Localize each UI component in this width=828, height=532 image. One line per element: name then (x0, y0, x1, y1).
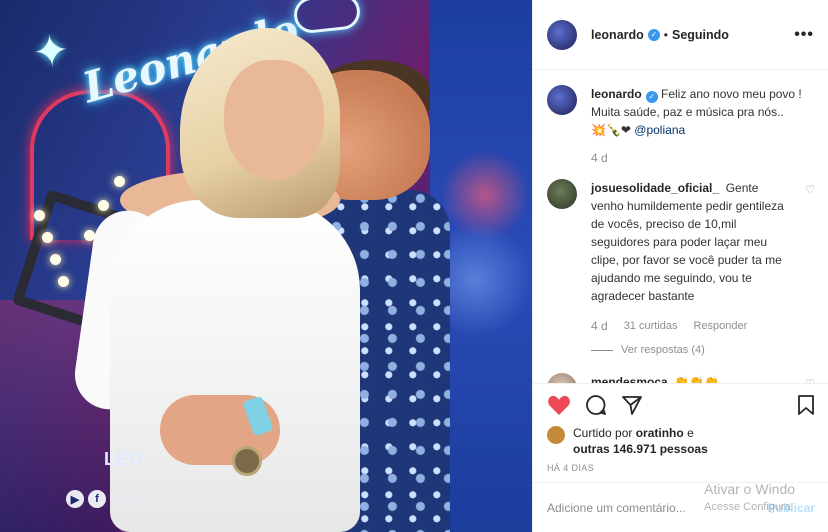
likes-summary[interactable]: Curtido por oratinho e outras 146.971 pe… (547, 425, 817, 457)
comment-body: mendesmoca 👏👏👏 (591, 373, 719, 383)
caption-meta: 4 d (591, 149, 815, 167)
backdrop-text: LEO (104, 449, 145, 469)
post-actions (533, 383, 828, 425)
wristwatch (232, 446, 262, 476)
separator-dot: • (663, 27, 668, 42)
verified-badge-icon: ✓ (647, 28, 660, 41)
comment-like-heart-icon[interactable]: ♡ (805, 179, 815, 196)
woman-dress (110, 200, 360, 532)
likes-text: Curtido por oratinho e outras 146.971 pe… (573, 425, 708, 457)
like-heart-icon[interactable] (547, 394, 571, 416)
watermark-line1: Ativar o Windo (704, 481, 796, 497)
view-replies-label: Ver respostas (4) (621, 344, 705, 356)
header-username[interactable]: leonardo (591, 28, 644, 42)
post-date[interactable]: HÁ 4 DIAS (547, 463, 594, 473)
neon-cloud-icon (292, 0, 362, 35)
comment-bubble-icon[interactable] (585, 394, 607, 416)
avatar[interactable] (547, 373, 577, 383)
bulb (50, 254, 61, 265)
woman-face (224, 60, 324, 180)
share-direct-icon[interactable] (621, 394, 643, 416)
youtube-icon: ▶ (66, 490, 84, 508)
post-side-panel: leonardo ✓ • Seguindo ••• leonardo ✓ Feli… (532, 0, 828, 532)
likes-prefix: Curtido por (573, 426, 633, 440)
avatar[interactable] (547, 179, 577, 209)
comment-like-heart-icon[interactable]: ♡ (805, 373, 815, 383)
comment-item: mendesmoca 👏👏👏 ♡ (547, 373, 815, 383)
mention-link[interactable]: @poliana (634, 123, 685, 137)
comment-item: josuesolidade_oficial_ Gente venho humil… (547, 179, 815, 359)
comments-list[interactable]: leonardo ✓ Feliz ano novo meu povo ! Muit… (533, 71, 828, 383)
view-replies[interactable]: Ver respostas (4) (591, 341, 791, 359)
comment-body: josuesolidade_oficial_ Gente venho humil… (591, 179, 791, 359)
liker-avatar (547, 426, 565, 444)
liker-username[interactable]: oratinho (636, 426, 684, 440)
neon-star-icon: ✦ (30, 25, 72, 79)
post-photo[interactable]: ✦ Leonardo LEO ▶ f @LE (0, 0, 532, 532)
caption-time[interactable]: 4 d (591, 149, 608, 167)
save-bookmark-icon[interactable] (797, 394, 815, 416)
bulb (58, 276, 69, 287)
avatar[interactable] (547, 85, 577, 115)
caption: leonardo ✓ Feliz ano novo meu povo ! Muit… (547, 85, 815, 167)
caption-username[interactable]: leonardo (591, 87, 642, 101)
comment-username[interactable]: mendesmoca (591, 375, 668, 383)
bulb (114, 176, 125, 187)
windows-activation-watermark: Ativar o Windo Acesse Configura (704, 480, 828, 516)
bulb (98, 200, 109, 211)
comment-likes[interactable]: 31 curtidas (624, 317, 678, 335)
caption-emojis: 💥🍾❤ (591, 123, 631, 137)
bulb (34, 210, 45, 221)
comment-meta: 4 d 31 curtidas Responder (591, 317, 791, 335)
likes-count[interactable]: outras 146.971 pessoas (573, 442, 708, 456)
reply-button[interactable]: Responder (694, 317, 748, 335)
backdrop-handle: @LE (112, 490, 146, 508)
post-header: leonardo ✓ • Seguindo ••• (533, 0, 828, 70)
facebook-icon: f (88, 490, 106, 508)
likes-connector: e (687, 426, 694, 440)
more-options-icon[interactable]: ••• (794, 26, 814, 44)
comment-text: 👏👏👏 (674, 375, 720, 383)
comment-time[interactable]: 4 d (591, 317, 608, 335)
backdrop-social: ▶ f @LE (66, 490, 146, 508)
avatar[interactable] (547, 19, 577, 50)
comment-text: Gente venho humildemente pedir gentileza… (591, 181, 784, 303)
verified-badge-icon: ✓ (645, 91, 658, 103)
comment-input[interactable]: Adicione um comentário... (547, 501, 686, 515)
following-button[interactable]: Seguindo (672, 28, 729, 42)
bulb (42, 232, 53, 243)
replies-line (591, 349, 613, 351)
comment-username[interactable]: josuesolidade_oficial_ (591, 181, 719, 195)
caption-body: leonardo ✓ Feliz ano novo meu povo ! Muit… (591, 85, 815, 167)
watermark-line2: Acesse Configura (704, 501, 791, 513)
